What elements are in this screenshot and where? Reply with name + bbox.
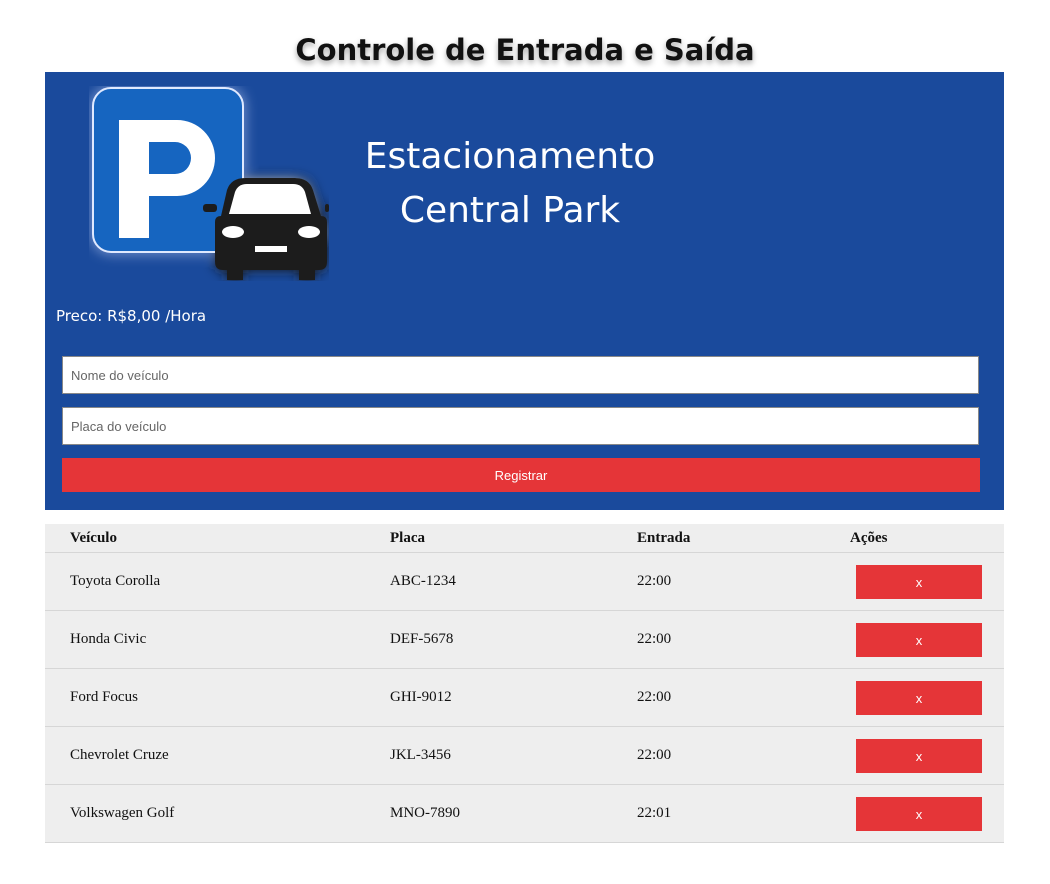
vehicle-cell: Chevrolet Cruze: [70, 747, 169, 763]
remove-vehicle-button[interactable]: x: [856, 565, 982, 599]
page-title: Controle de Entrada e Saída: [295, 33, 755, 67]
table-row: Chevrolet Cruze JKL-3456 22:00 x: [45, 727, 1004, 785]
vehicle-name-input[interactable]: [62, 356, 979, 394]
plate-cell: MNO-7890: [390, 805, 460, 821]
table-row: Toyota Corolla ABC-1234 22:00 x: [45, 553, 1004, 611]
register-button[interactable]: Registrar: [62, 458, 980, 492]
vehicle-cell: Ford Focus: [70, 689, 138, 705]
header-entry: Entrada: [637, 530, 691, 546]
vehicle-cell: Toyota Corolla: [70, 573, 161, 589]
entry-cell: 22:01: [637, 805, 672, 821]
vehicle-cell: Honda Civic: [70, 631, 147, 647]
plate-cell: DEF-5678: [390, 631, 454, 647]
plate-cell: GHI-9012: [390, 689, 452, 705]
header-plate: Placa: [390, 530, 425, 546]
parking-car-logo-icon: [92, 87, 329, 280]
table-row: Honda Civic DEF-5678 22:00 x: [45, 611, 1004, 669]
vehicles-table: Veículo Placa Entrada Ações Toyota Corol…: [45, 524, 1004, 843]
vehicle-plate-input[interactable]: [62, 407, 979, 445]
header-vehicle: Veículo: [70, 530, 117, 546]
remove-vehicle-button[interactable]: x: [856, 739, 982, 773]
plate-cell: ABC-1234: [390, 573, 456, 589]
plate-cell: JKL-3456: [390, 747, 451, 763]
table-row: Volkswagen Golf MNO-7890 22:01 x: [45, 785, 1004, 843]
entry-cell: 22:00: [637, 747, 672, 763]
vehicle-cell: Volkswagen Golf: [70, 805, 175, 821]
header-actions: Ações: [850, 530, 888, 546]
table-header: Veículo Placa Entrada Ações: [45, 524, 1004, 553]
remove-vehicle-button[interactable]: x: [856, 623, 982, 657]
brand-line-2: Central Park: [399, 190, 621, 231]
remove-vehicle-button[interactable]: x: [856, 797, 982, 831]
entry-cell: 22:00: [637, 573, 672, 589]
price-label: Preco: R$8,00 /Hora: [56, 307, 207, 325]
brand-title: Estacionamento Central Park: [345, 130, 675, 238]
table-row: Ford Focus GHI-9012 22:00 x: [45, 669, 1004, 727]
hero-panel: Estacionamento Central Park Preco: R$8,0…: [45, 72, 1004, 510]
entry-cell: 22:00: [637, 689, 672, 705]
brand-line-1: Estacionamento: [364, 136, 656, 177]
entry-cell: 22:00: [637, 631, 672, 647]
remove-vehicle-button[interactable]: x: [856, 681, 982, 715]
